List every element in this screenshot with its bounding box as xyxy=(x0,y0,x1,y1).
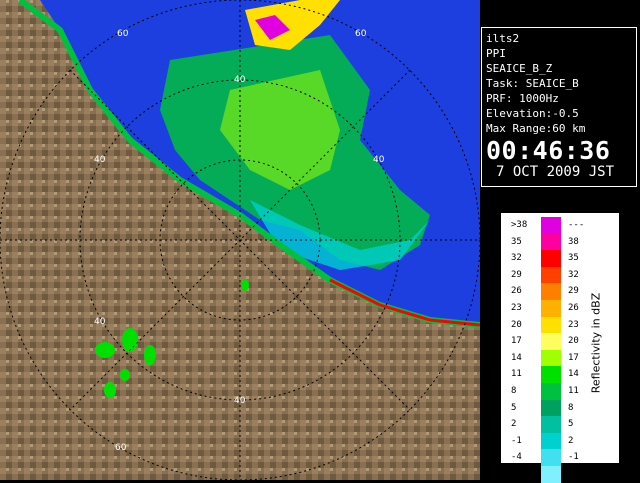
radar-map-graphic: 60 60 40 40 40 40 40 60 xyxy=(0,0,480,480)
legend-bin-high-label: 23 xyxy=(568,319,579,330)
legend-bin-high-label: 32 xyxy=(568,269,579,280)
ring-label-40-n: 40 xyxy=(234,75,246,85)
legend-bin-high-label: -4 xyxy=(568,469,579,479)
legend-bin-high-label: 8 xyxy=(568,402,574,413)
legend-bin-high-label: 2 xyxy=(568,435,574,446)
legend-bin-low-label: -4 xyxy=(511,452,522,463)
ring-label-60-nw: 60 xyxy=(117,29,129,39)
ring-label-60-sw: 60 xyxy=(115,443,127,453)
radar-ppi-map: 60 60 40 40 40 40 40 60 xyxy=(0,0,480,480)
ring-label-40-s: 40 xyxy=(234,396,246,406)
legend-color-swatch xyxy=(541,300,561,317)
legend-color-swatch xyxy=(541,366,561,383)
legend-color-swatch xyxy=(541,250,561,267)
legend-color-swatch xyxy=(541,399,561,417)
legend-bin-high-label: -1 xyxy=(568,452,579,463)
radar-task: Task: SEAICE_B xyxy=(486,77,579,90)
legend-bin-low-label: -7 xyxy=(511,469,522,479)
radar-date: 7 OCT 2009 JST xyxy=(496,164,615,180)
legend-bin-low-label: -1 xyxy=(511,435,522,446)
radar-elevation: Elevation:-0.5 xyxy=(486,107,579,120)
radar-product: SEAICE_B_Z xyxy=(486,62,553,75)
legend-bin-low-label: 5 xyxy=(511,402,517,413)
legend-bin-high-label: 14 xyxy=(568,369,579,380)
legend-bin-low-label: 26 xyxy=(511,286,522,297)
legend-unit-label: Reflectivity in dBZ xyxy=(589,292,603,394)
ring-label-40-e: 40 xyxy=(373,155,385,165)
legend-bin-low-label: >38 xyxy=(511,220,528,230)
legend-color-swatch xyxy=(541,333,561,350)
legend-color-swatch xyxy=(541,283,561,300)
legend-bin-low-label: 17 xyxy=(511,336,522,347)
legend-color-swatch xyxy=(541,233,561,251)
legend-bin-high-label: 38 xyxy=(568,236,579,247)
legend-bin-high-label: 5 xyxy=(568,419,574,430)
legend-bin-high-label: --- xyxy=(568,220,585,230)
legend-color-swatch xyxy=(541,217,561,234)
legend-bin-low-label: 14 xyxy=(511,352,522,363)
legend-bin-high-label: 26 xyxy=(568,303,579,313)
radar-prf: PRF: 1000Hz xyxy=(486,92,559,105)
radar-max-range: Max Range:60 km xyxy=(486,122,586,135)
legend-bin-low-label: 8 xyxy=(511,386,517,396)
legend-color-swatch xyxy=(541,349,561,367)
legend-bin-high-label: 11 xyxy=(568,386,579,396)
legend-color-swatch xyxy=(541,316,561,334)
ring-label-40-w: 40 xyxy=(94,155,106,165)
legend-bin-high-label: 20 xyxy=(568,336,579,347)
legend-bin-low-label: 2 xyxy=(511,419,517,430)
radar-info-panel: ilts2 PPI SEAICE_B_Z Task: SEAICE_B PRF:… xyxy=(481,27,637,187)
legend-color-swatch xyxy=(541,466,561,483)
legend-color-swatch xyxy=(541,432,561,450)
reflectivity-legend: >38 --- 35 38 32 35 29 32 26 29 23 26 20 23 17 20 14 17 11… xyxy=(500,212,620,483)
legend-bin-low-label: 32 xyxy=(511,253,522,264)
legend-color-swatch xyxy=(541,266,561,284)
legend-color-swatch xyxy=(541,383,561,400)
ring-label-60-ne: 60 xyxy=(355,29,367,39)
legend-bin-low-label: 11 xyxy=(511,369,522,380)
radar-mode: PPI xyxy=(486,47,506,60)
legend-bin-low-label: 23 xyxy=(511,303,522,313)
legend-bin-high-label: 35 xyxy=(568,253,579,264)
legend-color-swatch xyxy=(541,416,561,433)
radar-site: ilts2 xyxy=(486,32,520,45)
legend-bin-low-label: 29 xyxy=(511,269,522,280)
ring-label-40-sw: 40 xyxy=(94,317,106,327)
legend-bin-high-label: 29 xyxy=(568,286,579,297)
legend-color-swatch xyxy=(541,449,561,466)
legend-bin-low-label: 20 xyxy=(511,319,522,330)
legend-bin-low-label: 35 xyxy=(511,236,522,247)
radar-time: 00:46:36 xyxy=(486,136,611,165)
legend-bin-high-label: 17 xyxy=(568,352,579,363)
